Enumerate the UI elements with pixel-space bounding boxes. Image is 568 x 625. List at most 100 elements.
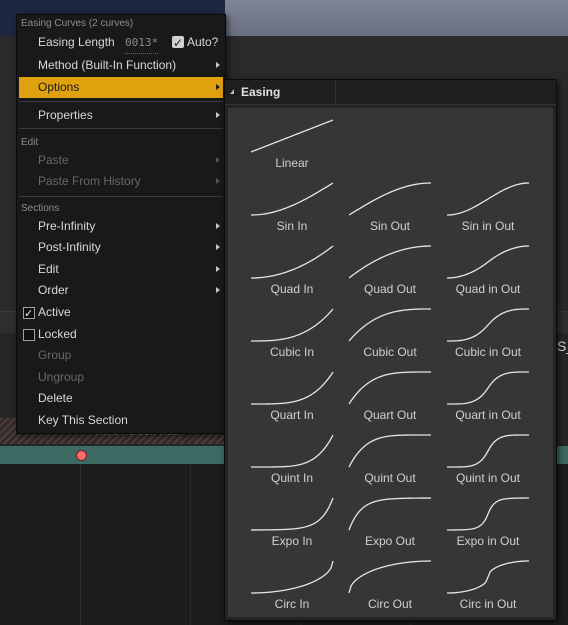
curve-line — [447, 434, 529, 468]
menu-item-properties[interactable]: Properties — [19, 105, 223, 126]
grid-line — [190, 464, 191, 625]
menu-item-paste-history[interactable]: Paste From History — [19, 171, 223, 192]
menu-item-label: Paste — [38, 153, 69, 167]
easing-option-expoOut[interactable]: Expo Out — [343, 494, 437, 554]
curve-quartInOut-icon — [447, 371, 529, 405]
easing-option-quadInOut[interactable]: Quad in Out — [441, 242, 535, 302]
menu-header-edit: Edit — [21, 137, 39, 148]
menu-item-group[interactable]: Group — [19, 345, 223, 366]
menu-header-sections: Sections — [21, 203, 60, 214]
easing-length-label: Easing Length — [38, 35, 115, 49]
menu-item-label: Ungroup — [38, 370, 85, 384]
curve-line — [348, 182, 432, 216]
curve-expoOut-icon — [348, 497, 432, 531]
menu-item-delete[interactable]: Delete — [19, 388, 223, 409]
easing-option-sinOut[interactable]: Sin Out — [343, 179, 437, 239]
easing-option-quartInOut[interactable]: Quart in Out — [441, 368, 535, 428]
chevron-right-icon — [216, 62, 220, 68]
easing-option-sinInOut[interactable]: Sin in Out — [441, 179, 535, 239]
locked-checkbox[interactable] — [23, 329, 35, 341]
easing-option-quintOut[interactable]: Quint Out — [343, 431, 437, 491]
easing-option-label: Cubic In — [269, 345, 315, 359]
chevron-right-icon — [216, 178, 220, 184]
curve-quintOut-icon — [348, 434, 431, 468]
curve-line — [250, 119, 334, 153]
menu-item-method[interactable]: Method (Built-In Function) — [19, 55, 223, 76]
easing-option-sinIn[interactable]: Sin In — [245, 179, 339, 239]
menu-item-active[interactable]: Active — [19, 302, 223, 325]
easing-option-label: Quad In — [270, 282, 314, 296]
easing-option-quintIn[interactable]: Quint In — [245, 431, 339, 491]
curve-sinOut-icon — [348, 182, 432, 216]
easing-option-quadOut[interactable]: Quad Out — [343, 242, 437, 302]
menu-item-options[interactable]: Options — [19, 77, 223, 98]
easing-option-label: Sin Out — [369, 219, 411, 233]
easing-option-quartOut[interactable]: Quart Out — [343, 368, 437, 428]
easing-option-label: Quad in Out — [455, 282, 521, 296]
easing-grid: Linear Sin In Sin Out Sin in Out Quad In Quad… — [228, 108, 553, 617]
easing-option-circIn[interactable]: Circ In — [245, 557, 339, 617]
menu-item-label: Options — [38, 80, 80, 94]
menu-item-label: Edit — [38, 262, 59, 276]
active-checkbox[interactable] — [23, 304, 35, 325]
easing-header[interactable]: Easing — [225, 80, 556, 105]
easing-option-expoInOut[interactable]: Expo in Out — [441, 494, 535, 554]
menu-item-key-section[interactable]: Key This Section — [19, 410, 223, 431]
easing-option-cubicInOut[interactable]: Cubic in Out — [441, 305, 535, 365]
curve-line — [348, 434, 431, 468]
curve-line — [447, 308, 529, 342]
easing-option-cubicIn[interactable]: Cubic In — [245, 305, 339, 365]
easing-option-label: Circ in Out — [459, 597, 517, 611]
menu-item-order[interactable]: Order — [19, 280, 223, 301]
curve-line — [446, 182, 530, 216]
easing-length-input[interactable]: 0013* — [125, 32, 159, 54]
curve-line — [348, 308, 431, 342]
easing-submenu: Easing Linear Sin In Sin Out Sin in Out Quad… — [224, 79, 557, 621]
easing-option-label: Expo Out — [364, 534, 416, 548]
auto-checkbox[interactable] — [172, 33, 184, 54]
easing-option-label: Quart In — [270, 408, 314, 422]
collapse-triangle-icon[interactable] — [230, 89, 234, 94]
easing-option-linear[interactable]: Linear — [245, 116, 339, 176]
easing-option-label: Quint Out — [364, 471, 416, 485]
chevron-right-icon — [216, 112, 220, 118]
menu-item-paste[interactable]: Paste — [19, 150, 223, 171]
easing-option-quartIn[interactable]: Quart In — [245, 368, 339, 428]
curve-line — [251, 371, 334, 405]
menu-item-label: Method (Built-In Function) — [38, 58, 177, 72]
easing-option-quintInOut[interactable]: Quint in Out — [441, 431, 535, 491]
easing-option-label: Quad Out — [363, 282, 417, 296]
easing-option-label: Quart Out — [363, 408, 417, 422]
curve-quadInOut-icon — [446, 245, 530, 279]
divider — [19, 196, 223, 197]
easing-option-quadIn[interactable]: Quad In — [245, 242, 339, 302]
menu-item-post-infinity[interactable]: Post-Infinity — [19, 237, 223, 258]
easing-option-circInOut[interactable]: Circ in Out — [441, 557, 535, 617]
curve-circIn-icon — [250, 560, 334, 594]
chevron-right-icon — [216, 266, 220, 272]
easing-option-cubicOut[interactable]: Cubic Out — [343, 305, 437, 365]
curve-line — [348, 497, 432, 531]
context-menu: Easing Curves (2 curves) Easing Length 0… — [16, 14, 226, 434]
curve-line — [251, 308, 334, 342]
menu-item-pre-infinity[interactable]: Pre-Infinity — [19, 216, 223, 237]
menu-item-locked[interactable]: Locked — [19, 324, 223, 345]
easing-option-circOut[interactable]: Circ Out — [343, 557, 437, 617]
chevron-right-icon — [216, 84, 220, 90]
menu-item-ungroup[interactable]: Ungroup — [19, 367, 223, 388]
chevron-right-icon — [216, 157, 220, 163]
curve-line — [250, 245, 334, 279]
easing-option-expoIn[interactable]: Expo In — [245, 494, 339, 554]
easing-option-label: Cubic Out — [363, 345, 417, 359]
menu-item-edit[interactable]: Edit — [19, 259, 223, 280]
menu-item-label: Pre-Infinity — [38, 219, 96, 233]
grid-line — [80, 464, 81, 625]
curve-line — [446, 245, 530, 279]
curve-cubicOut-icon — [348, 308, 431, 342]
curve-line — [251, 434, 334, 468]
curve-expoInOut-icon — [446, 497, 530, 531]
curve-line — [250, 497, 334, 531]
curve-quintInOut-icon — [447, 434, 529, 468]
curve-sinIn-icon — [250, 182, 334, 216]
keyframe-dot[interactable] — [76, 450, 87, 461]
